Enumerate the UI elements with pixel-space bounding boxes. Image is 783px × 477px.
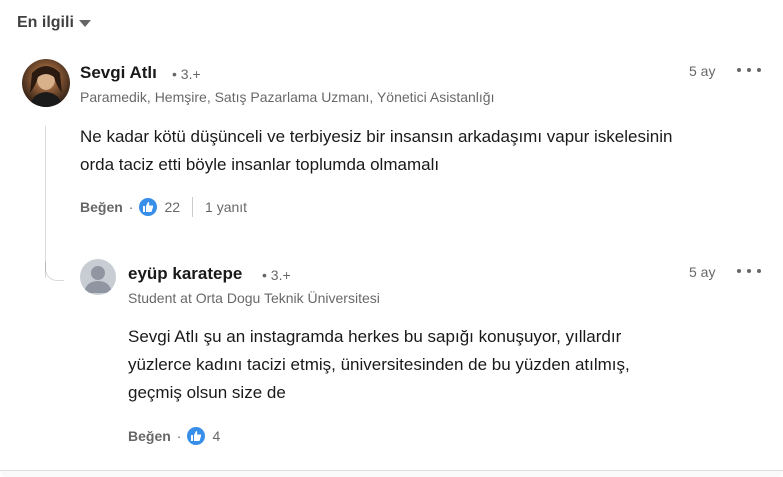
author-headline: Student at Orta Dogu Teknik Üniversitesi [128,290,380,306]
like-thumb-icon[interactable] [139,198,158,216]
reply-text-line: geçmiş olsun size de [128,383,286,402]
card-bottom-edge [0,470,783,477]
comment-author-name[interactable]: Sevgi Atlı [80,63,157,83]
reaction-count[interactable]: 4 [212,428,220,444]
like-button[interactable]: Beğen [80,199,123,215]
comment-text-line: orda taciz etti böyle insanlar toplumda … [80,155,440,174]
comment-text: Ne kadar kötü düşünceli ve terbiyesiz bi… [80,123,672,179]
more-options-button[interactable] [737,263,761,279]
reply-actions: Beğen · 4 [128,427,230,445]
author-headline: Paramedik, Hemşire, Satış Pazarlama Uzma… [80,89,495,105]
reply-timestamp: 5 ay [689,264,716,280]
comment-timestamp: 5 ay [689,63,716,79]
separator-dot: · [176,428,182,444]
like-thumb-icon[interactable] [187,427,206,445]
sort-dropdown[interactable]: En ilgili [17,14,91,32]
reply-author-name[interactable]: eyüp karatepe [128,264,242,284]
connection-degree: • 3.+ [172,66,201,82]
comment-text-line: Ne kadar kötü düşünceli ve terbiyesiz bi… [80,127,673,146]
comment-actions: Beğen · 22 1 yanıt [80,197,247,217]
sort-label: En ilgili [17,14,74,31]
separator-dot: · [128,199,134,215]
connection-degree: • 3.+ [262,267,291,283]
reaction-count[interactable]: 22 [164,199,180,215]
replies-link[interactable]: 1 yanıt [205,199,247,215]
reply-text-line: Sevgi Atlı şu an instagramda herkes bu s… [128,327,622,346]
reply-text: Sevgi Atlı şu an instagramda herkes bu s… [128,323,630,407]
thread-connector [45,262,64,281]
avatar[interactable] [22,59,70,107]
divider [192,197,194,217]
avatar[interactable] [80,259,116,295]
thread-line [45,126,46,278]
reply-text-line: yüzlerce kadını tacizi etmiş, üniversite… [128,355,630,374]
more-options-button[interactable] [737,62,761,78]
like-button[interactable]: Beğen [128,428,171,444]
caret-down-icon [78,19,91,27]
